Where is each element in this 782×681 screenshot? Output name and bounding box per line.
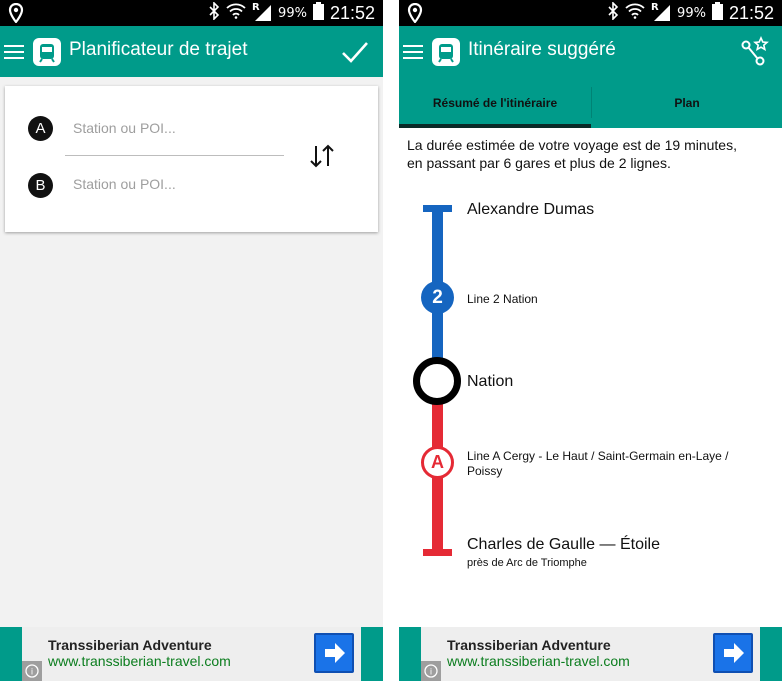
ad-info-icon[interactable]: i (22, 661, 42, 681)
destination-station-input[interactable] (73, 176, 273, 192)
ad-url[interactable]: www.transsiberian-travel.com (48, 653, 231, 669)
origin-marker: A (28, 116, 53, 141)
signal-icon: R (651, 2, 671, 22)
info-glyph: i (31, 667, 33, 677)
line-a-label-2: Poissy (467, 464, 503, 478)
tab-route-summary[interactable]: Résumé de l'itinéraire (399, 77, 591, 128)
battery-percent: 99% (677, 5, 706, 21)
app-bar: Planificateur de trajet (0, 26, 383, 77)
transfer-station-marker (413, 357, 461, 405)
ad-title: Transsiberian Adventure (447, 637, 611, 653)
ad-go-button[interactable] (314, 633, 354, 673)
line-2-label: Line 2 Nation (467, 292, 538, 306)
destination-marker: B (28, 173, 53, 198)
trip-summary-line2: en passant par 6 gares et plus de 2 lign… (407, 155, 671, 171)
end-terminal-bar (423, 549, 452, 556)
route-input-card: A B (5, 86, 378, 232)
ad-banner[interactable]: Transsiberian Adventure www.transsiberia… (399, 627, 782, 681)
menu-icon[interactable] (0, 26, 28, 77)
trip-summary-line1: La durée estimée de votre voyage est de … (407, 137, 737, 153)
roaming-indicator: R (651, 2, 659, 13)
transfer-station-name: Nation (467, 373, 514, 390)
selected-tab-indicator (399, 124, 591, 128)
ad-banner[interactable]: Transsiberian Adventure www.transsiberia… (0, 627, 383, 681)
start-station-name: Alexandre Dumas (467, 201, 595, 218)
app-logo-icon (432, 38, 460, 66)
ad-content[interactable]: Transsiberian Adventure www.transsiberia… (421, 627, 760, 681)
suggested-route-screen: R 99% 21:52 Itinéraire suggéré Résumé de… (399, 0, 782, 681)
signal-icon: R (252, 2, 272, 22)
clock: 21:52 (329, 2, 375, 23)
info-glyph: i (430, 667, 432, 677)
app-logo-icon (33, 38, 61, 66)
menu-icon[interactable] (399, 26, 427, 77)
trip-summary: La durée estimée de votre voyage est de … (407, 136, 777, 172)
roaming-indicator: R (252, 2, 260, 13)
end-station-note: près de Arc de Triomphe (467, 557, 587, 569)
tab-bar: Résumé de l'itinéraire Plan (399, 77, 782, 128)
start-terminal-bar (423, 205, 452, 212)
trip-planner-screen: R 99% 21:52 Planificateur de trajet A B … (0, 0, 383, 681)
ad-info-icon[interactable]: i (421, 661, 441, 681)
ad-url[interactable]: www.transsiberian-travel.com (447, 653, 630, 669)
page-title: Planificateur de trajet (69, 39, 248, 60)
battery-percent: 99% (278, 5, 307, 21)
confirm-check-button[interactable] (339, 36, 371, 68)
share-favorite-icon[interactable] (738, 36, 770, 68)
battery-icon (711, 2, 723, 24)
ad-content[interactable]: Transsiberian Adventure www.transsiberia… (22, 627, 361, 681)
location-icon (8, 2, 24, 27)
line-a-label-1: Line A Cergy - Le Haut / Saint-Germain e… (467, 449, 729, 463)
app-bar: Itinéraire suggéré (399, 26, 782, 77)
battery-icon (312, 2, 324, 24)
tab-map[interactable]: Plan (592, 77, 782, 128)
line-2-badge: 2 (421, 281, 454, 314)
bluetooth-icon (208, 1, 220, 24)
status-bar: R 99% 21:52 (399, 0, 782, 26)
origin-station-input[interactable] (73, 120, 273, 136)
status-bar: R 99% 21:52 (0, 0, 383, 26)
input-divider (65, 155, 284, 156)
end-station-name: Charles de Gaulle — Étoile (467, 536, 660, 553)
ad-title: Transsiberian Adventure (48, 637, 212, 653)
ad-go-button[interactable] (713, 633, 753, 673)
wifi-icon (625, 3, 645, 23)
clock: 21:52 (728, 2, 774, 23)
swap-stations-button[interactable] (307, 141, 337, 171)
location-icon (407, 2, 423, 27)
bluetooth-icon (607, 1, 619, 24)
wifi-icon (226, 3, 246, 23)
line-a-badge: A (421, 446, 454, 479)
page-title: Itinéraire suggéré (468, 39, 616, 60)
